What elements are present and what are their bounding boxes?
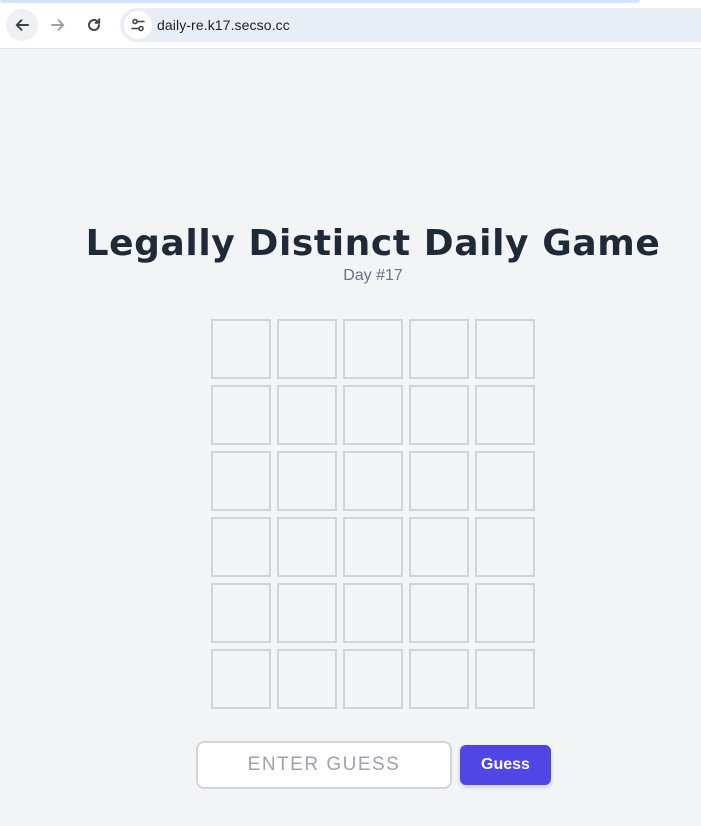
arrow-right-icon [51, 19, 65, 31]
board-tile [409, 319, 469, 379]
board-tile [343, 451, 403, 511]
board-tile [277, 583, 337, 643]
board-tile [277, 517, 337, 577]
board-tile [475, 451, 535, 511]
back-button[interactable] [6, 9, 38, 41]
guess-button[interactable]: Guess [460, 745, 551, 785]
board-tile [409, 517, 469, 577]
forward-button[interactable] [42, 9, 74, 41]
board-tile [475, 319, 535, 379]
board-tile [409, 649, 469, 709]
board-tile [343, 319, 403, 379]
board-tile [277, 319, 337, 379]
board-tile [475, 649, 535, 709]
day-label: Day #17 [343, 267, 403, 284]
board-tile [409, 583, 469, 643]
url-text[interactable]: daily-re.k17.secso.cc [157, 17, 290, 33]
board-tile [277, 451, 337, 511]
game-page: Legally Distinct Daily Game Day #17 Gues… [0, 49, 701, 826]
board-tile [211, 649, 271, 709]
board-tile [475, 517, 535, 577]
active-tab-indicator [0, 0, 640, 3]
address-bar[interactable]: daily-re.k17.secso.cc [120, 8, 701, 42]
site-info-button[interactable] [124, 11, 152, 39]
board-tile [343, 583, 403, 643]
board-tile [343, 385, 403, 445]
board-tile [475, 583, 535, 643]
board-tile [475, 385, 535, 445]
game-board [211, 319, 535, 709]
guess-input[interactable] [196, 741, 452, 789]
board-tile [343, 517, 403, 577]
reload-icon [88, 18, 101, 31]
board-tile [343, 649, 403, 709]
board-tile [211, 385, 271, 445]
tune-icon [131, 18, 145, 32]
browser-toolbar: daily-re.k17.secso.cc [0, 0, 701, 49]
board-tile [211, 583, 271, 643]
board-tile [409, 451, 469, 511]
board-tile [409, 385, 469, 445]
reload-button[interactable] [78, 9, 110, 41]
arrow-left-icon [15, 19, 29, 31]
board-tile [277, 649, 337, 709]
page-title: Legally Distinct Daily Game [85, 223, 661, 264]
board-tile [277, 385, 337, 445]
board-tile [211, 319, 271, 379]
board-tile [211, 517, 271, 577]
board-tile [211, 451, 271, 511]
